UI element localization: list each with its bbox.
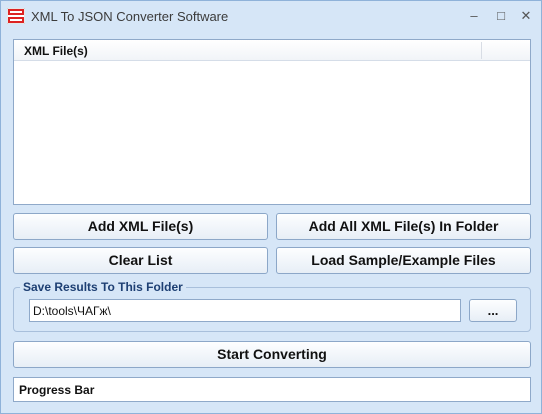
maximize-icon[interactable]: □ <box>490 6 512 26</box>
app-window: XML To JSON Converter Software – □ ✕ XML… <box>0 0 542 414</box>
list-header: XML File(s) <box>14 40 530 61</box>
save-results-label: Save Results To This Folder <box>20 280 186 294</box>
load-sample-files-button[interactable]: Load Sample/Example Files <box>276 247 531 274</box>
minimize-icon[interactable]: – <box>463 6 485 26</box>
xml-file-list[interactable]: XML File(s) <box>13 39 531 205</box>
browse-folder-button[interactable]: ... <box>469 299 517 322</box>
save-results-group: Save Results To This Folder ... <box>13 280 531 332</box>
clear-list-button[interactable]: Clear List <box>13 247 268 274</box>
column-header-xml-files[interactable]: XML File(s) <box>24 44 88 58</box>
title-bar[interactable]: XML To JSON Converter Software – □ ✕ <box>1 1 541 33</box>
add-all-in-folder-button[interactable]: Add All XML File(s) In Folder <box>276 213 531 240</box>
window-title: XML To JSON Converter Software <box>31 9 229 24</box>
output-folder-field[interactable] <box>29 299 461 322</box>
close-icon[interactable]: ✕ <box>515 6 537 26</box>
start-converting-button[interactable]: Start Converting <box>13 341 531 368</box>
column-divider[interactable] <box>481 42 482 59</box>
progress-bar: Progress Bar <box>13 377 531 402</box>
progress-label: Progress Bar <box>19 383 95 397</box>
add-xml-files-button[interactable]: Add XML File(s) <box>13 213 268 240</box>
xml-json-app-icon <box>7 8 25 24</box>
